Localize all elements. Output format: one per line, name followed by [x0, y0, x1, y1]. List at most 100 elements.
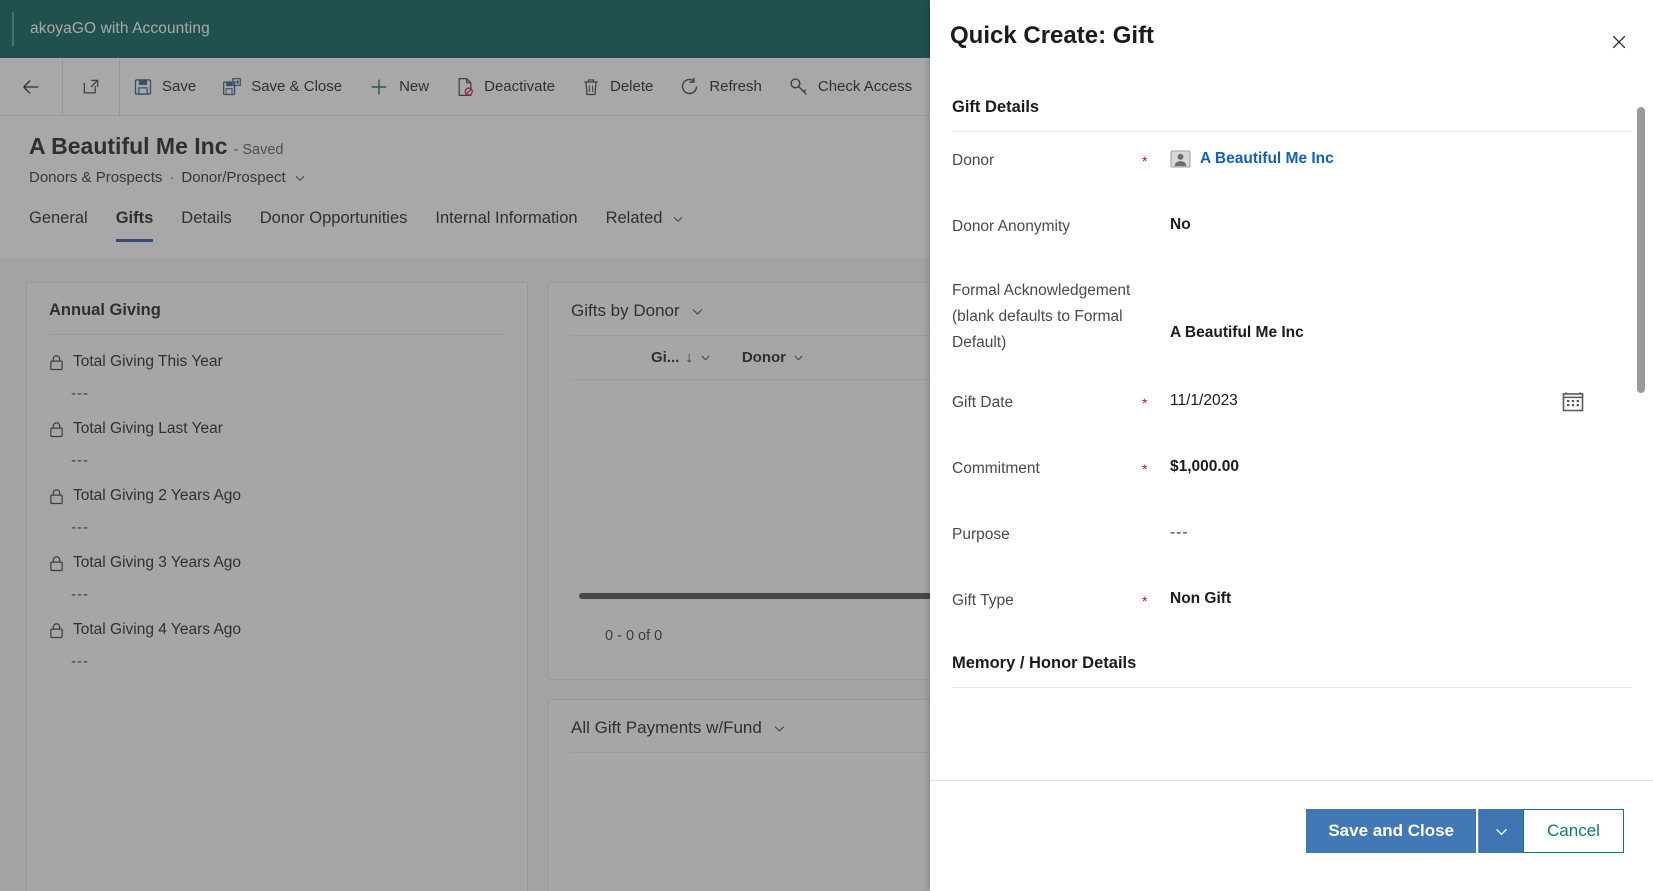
- trash-icon: [581, 77, 601, 97]
- delete-label: Delete: [609, 78, 654, 95]
- calendar-icon[interactable]: [1561, 390, 1585, 412]
- delete-button[interactable]: Delete: [568, 58, 666, 116]
- all-gift-payments-title: All Gift Payments w/Fund: [571, 718, 762, 737]
- required-marker: *: [1142, 461, 1148, 477]
- tab-donor-opportunities[interactable]: Donor Opportunities: [246, 209, 422, 242]
- field-label-text: Total Giving This Year: [73, 353, 223, 370]
- chevron-down-icon: [1493, 823, 1510, 840]
- chevron-down-icon[interactable]: [699, 351, 712, 364]
- save-and-close-button[interactable]: Save and Close: [1306, 809, 1476, 853]
- annual-giving-title: Annual Giving: [49, 301, 161, 319]
- deactivate-button[interactable]: Deactivate: [442, 58, 568, 116]
- command-bar: Save Save & Close New Deactivate Delete …: [0, 57, 930, 116]
- field-total-giving-last-year: Total Giving Last Year ---: [27, 402, 527, 469]
- cancel-button[interactable]: Cancel: [1523, 809, 1624, 853]
- quick-create-header: Quick Create: Gift: [930, 0, 1653, 82]
- page-title: A Beautiful Me Inc - Saved: [29, 133, 283, 160]
- record-header: A Beautiful Me Inc - Saved Donors & Prosp…: [0, 117, 930, 259]
- field-total-giving-this-year: Total Giving This Year ---: [27, 335, 527, 402]
- chevron-down-icon[interactable]: [772, 721, 787, 736]
- field-total-giving-2-years-ago: Total Giving 2 Years Ago ---: [27, 469, 527, 536]
- tab-related[interactable]: Related: [592, 209, 700, 242]
- field-label-gift-type: Gift Type: [952, 592, 1014, 609]
- grid-horizontal-scrollbar[interactable]: [579, 593, 930, 599]
- tab-gifts[interactable]: Gifts: [102, 209, 168, 242]
- field-formal-acknowledgement: Formal Acknowledgement (blank defaults t…: [952, 278, 1631, 388]
- check-access-label: Check Access: [817, 78, 913, 95]
- record-status: - Saved: [233, 142, 284, 158]
- no-required-marker: [1142, 520, 1170, 522]
- all-gift-payments-card: All Gift Payments w/Fund: [548, 699, 930, 891]
- gifts-by-donor-title: Gifts by Donor: [571, 301, 680, 320]
- field-value-text: ---: [71, 452, 89, 469]
- quick-create-footer: Save and Close Cancel: [930, 780, 1653, 891]
- breadcrumb-area[interactable]: Donors & Prospects: [29, 169, 162, 186]
- breadcrumb: Donors & Prospects · Donor/Prospect: [29, 169, 307, 186]
- new-label: New: [399, 78, 430, 95]
- field-total-giving-3-years-ago: Total Giving 3 Years Ago ---: [27, 536, 527, 603]
- column-label: Gi...: [651, 349, 680, 366]
- screen: akoyaGO with Accounting SANDBOX: [0, 0, 1653, 891]
- chevron-down-icon[interactable]: [792, 351, 805, 364]
- refresh-label: Refresh: [709, 78, 762, 95]
- field-gift-type: Gift Type * Non Gift: [952, 586, 1631, 646]
- all-gift-payments-header[interactable]: All Gift Payments w/Fund: [549, 700, 930, 752]
- quick-create-body: Gift Details Donor * A Beautiful Me Inc: [930, 82, 1653, 780]
- field-value-text: ---: [71, 385, 89, 402]
- quick-create-panel: Quick Create: Gift Gift Details Donor *: [930, 0, 1653, 891]
- field-label-formal-acknowledgement: Formal Acknowledgement (blank defaults t…: [952, 282, 1131, 351]
- field-value-donor-anonymity[interactable]: No: [1170, 212, 1631, 238]
- form-tabs: General Gifts Details Donor Opportunitie…: [29, 209, 699, 242]
- tab-details[interactable]: Details: [167, 209, 245, 242]
- close-button[interactable]: [1603, 26, 1635, 58]
- save-and-close-button[interactable]: Save & Close: [209, 58, 355, 116]
- field-label-donor-anonymity: Donor Anonymity: [952, 218, 1071, 235]
- field-label-text: Total Giving Last Year: [73, 420, 223, 437]
- form-content: Annual Giving Total Giving This Year ---: [0, 259, 930, 891]
- key-icon: [788, 76, 809, 97]
- field-value-donor[interactable]: A Beautiful Me Inc: [1170, 146, 1631, 172]
- save-options-dropdown-button[interactable]: [1478, 809, 1523, 853]
- gifts-by-donor-header[interactable]: Gifts by Donor: [549, 283, 930, 335]
- chevron-down-icon[interactable]: [293, 171, 307, 185]
- back-button[interactable]: [0, 58, 62, 116]
- save-and-close-label: Save & Close: [251, 78, 343, 95]
- open-in-new-window-button[interactable]: [63, 58, 119, 116]
- field-label-text: Total Giving 2 Years Ago: [73, 487, 242, 504]
- field-donor-anonymity: Donor Anonymity No: [952, 212, 1631, 278]
- field-value-commitment[interactable]: $1,000.00: [1170, 454, 1631, 480]
- field-label-donor: Donor: [952, 152, 995, 169]
- chevron-down-icon: [671, 212, 685, 226]
- lock-icon: [49, 555, 64, 572]
- column-header-gift[interactable]: Gi... ↓: [651, 349, 712, 366]
- field-label-gift-date: Gift Date: [952, 394, 1014, 411]
- deactivate-icon: [455, 77, 475, 97]
- field-purpose: Purpose ---: [952, 520, 1631, 586]
- quick-create-form: Donor * A Beautiful Me Inc Donor Anonymi…: [930, 132, 1653, 646]
- new-button[interactable]: New: [355, 58, 442, 116]
- gifts-by-donor-card: Gifts by Donor Gi... ↓ Donor 0 - 0 of 0: [548, 282, 930, 680]
- contact-card-icon: [1170, 150, 1191, 168]
- save-button[interactable]: Save: [120, 58, 209, 116]
- field-value-formal-acknowledgement[interactable]: A Beautiful Me Inc: [1170, 278, 1631, 346]
- field-commitment: Commitment * $1,000.00: [952, 454, 1631, 520]
- tab-general[interactable]: General: [29, 209, 102, 242]
- quick-create-scrollbar[interactable]: [1637, 107, 1645, 393]
- section-rule-2: [952, 687, 1631, 688]
- check-access-button[interactable]: Check Access: [775, 58, 925, 116]
- column-header-donor[interactable]: Donor: [742, 349, 805, 366]
- tab-internal-information[interactable]: Internal Information: [421, 209, 591, 242]
- column-label: Donor: [741, 349, 787, 366]
- no-required-marker: [1142, 278, 1170, 280]
- background-app: akoyaGO with Accounting SANDBOX: [0, 0, 930, 891]
- banner-divider: [12, 12, 14, 46]
- field-value-gift-type[interactable]: Non Gift: [1170, 586, 1631, 612]
- chevron-down-icon[interactable]: [690, 304, 705, 319]
- lock-icon: [49, 354, 64, 371]
- breadcrumb-entity[interactable]: Donor/Prospect: [181, 169, 285, 186]
- field-label-purpose: Purpose: [952, 526, 1010, 543]
- field-value-purpose[interactable]: ---: [1170, 520, 1631, 546]
- app-banner: akoyaGO with Accounting SANDBOX: [0, 0, 930, 58]
- refresh-button[interactable]: Refresh: [666, 58, 775, 116]
- field-gift-date: Gift Date * 11/1/2023: [952, 388, 1631, 454]
